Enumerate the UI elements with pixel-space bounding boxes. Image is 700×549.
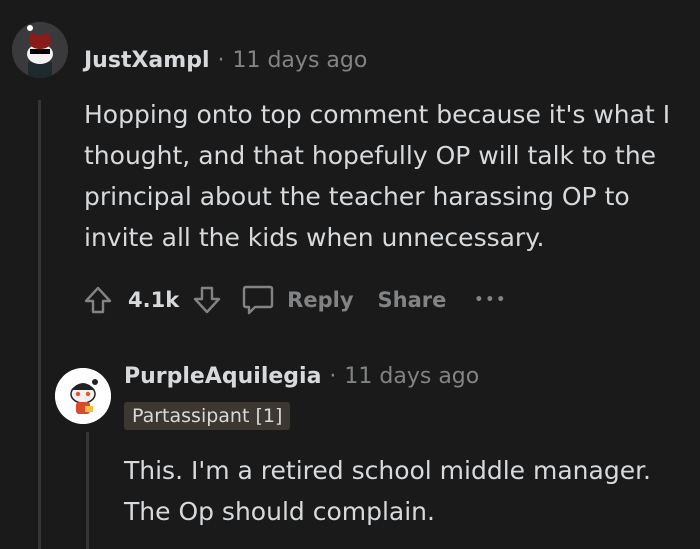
timestamp[interactable]: 11 days ago xyxy=(232,48,367,73)
username[interactable]: JustXampl xyxy=(84,48,209,73)
avatar-justxampl[interactable] xyxy=(12,22,68,78)
downvote-button[interactable] xyxy=(189,282,225,318)
reply-meta: PurpleAquilegia · 11 days ago xyxy=(124,364,479,389)
downvote-arrow-icon xyxy=(193,286,221,314)
reply-body: This. I'm a retired school middle manage… xyxy=(124,456,652,526)
separator-dot: · xyxy=(329,364,337,389)
upvote-button[interactable] xyxy=(80,282,116,318)
username[interactable]: PurpleAquilegia xyxy=(124,364,321,389)
upvote-arrow-icon xyxy=(84,286,112,314)
reply-label: Reply xyxy=(287,288,354,312)
thread-line-top[interactable] xyxy=(38,100,41,549)
thread-line-reply[interactable] xyxy=(86,432,89,549)
comment-meta: JustXampl · 11 days ago xyxy=(84,48,367,73)
separator-dot: · xyxy=(217,48,225,73)
vote-count: 4.1k xyxy=(128,288,180,312)
snoo-avatar-icon xyxy=(12,22,68,78)
more-options-icon[interactable]: ••• xyxy=(474,292,507,308)
comment-actions: 4.1k Reply Share ••• xyxy=(80,282,507,318)
user-flair-badge: Partassipant [1] xyxy=(124,402,291,430)
share-button[interactable]: Share xyxy=(378,288,447,312)
snoo-avatar-icon xyxy=(55,368,111,424)
avatar-purpleaquilegia[interactable] xyxy=(55,368,111,424)
comment-body: Hopping onto top comment because it's wh… xyxy=(84,100,671,252)
comment-bubble-icon xyxy=(242,285,274,315)
timestamp[interactable]: 11 days ago xyxy=(344,364,479,389)
reply-button[interactable]: Reply xyxy=(241,283,354,317)
